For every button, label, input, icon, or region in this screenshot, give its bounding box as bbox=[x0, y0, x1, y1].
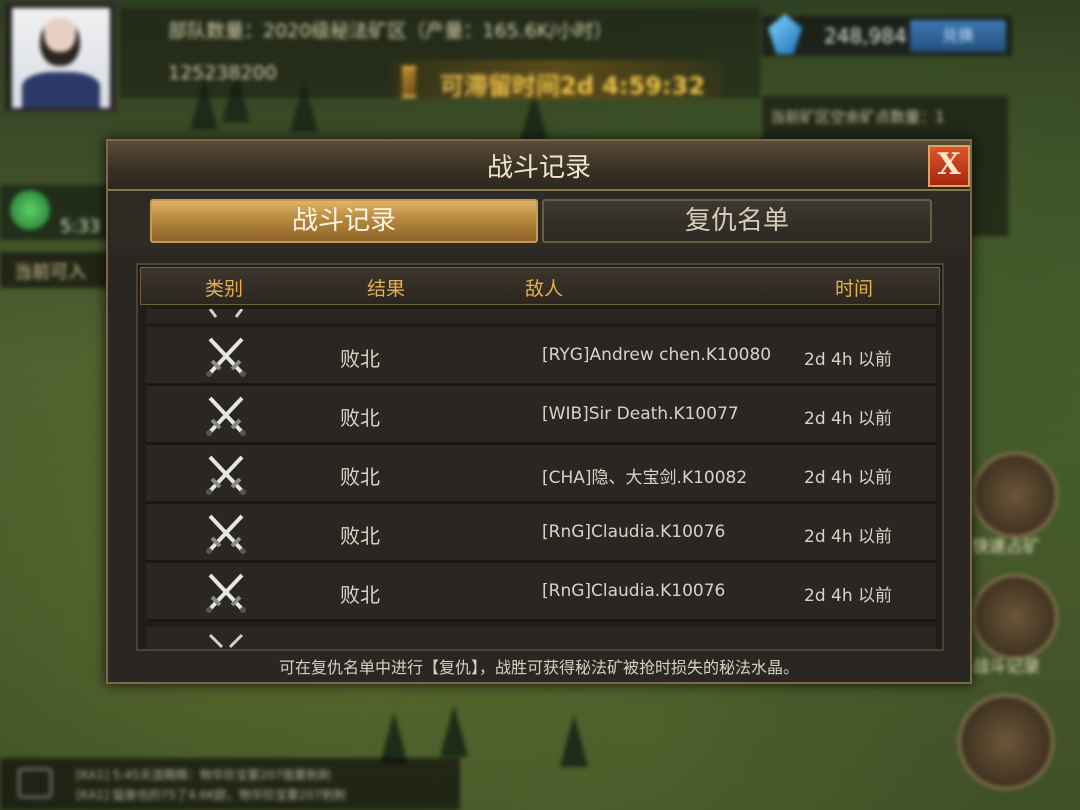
speed-dig-button[interactable] bbox=[972, 452, 1058, 538]
table-row-partial bbox=[146, 627, 936, 649]
team-data-text: 部队数量：2020级秘法矿区（产量：165.6K/小时） bbox=[168, 20, 613, 42]
table-row-partial bbox=[146, 309, 936, 323]
crossed-swords-icon bbox=[206, 514, 246, 554]
row-result: 败北 bbox=[340, 347, 380, 371]
chat-icon[interactable] bbox=[18, 768, 52, 798]
table-row[interactable]: 败北 [RYG]Andrew chen.K10080 2d 4h 以前 bbox=[146, 327, 936, 386]
row-enemy[interactable]: [RnG]Claudia.K10076 bbox=[542, 522, 725, 542]
mine-info-text: 当前矿区空余矿点数量：1 bbox=[770, 108, 945, 126]
column-header-time: 时间 bbox=[835, 278, 874, 300]
row-enemy[interactable]: [WIB]Sir Death.K10077 bbox=[542, 404, 739, 424]
row-time: 2d 4h 以前 bbox=[804, 527, 893, 547]
row-result: 败北 bbox=[340, 406, 380, 430]
player-avatar[interactable] bbox=[4, 2, 116, 112]
stay-time-text: 可滞留时间2d 4:59:32 bbox=[440, 72, 705, 100]
chat-line: [KA1] 猛兽也的75了4.6K欧，物华珍宝要207刺刺 bbox=[76, 788, 346, 802]
battle-log-button[interactable] bbox=[972, 574, 1058, 660]
table-row[interactable]: 败北 [WIB]Sir Death.K10077 2d 4h 以前 bbox=[146, 386, 936, 445]
tree-decoration bbox=[440, 705, 468, 757]
dialog-titlebar: 战斗记录 bbox=[108, 141, 970, 191]
row-result: 败北 bbox=[340, 524, 380, 548]
hourglass-icon bbox=[402, 66, 416, 98]
row-time: 2d 4h 以前 bbox=[804, 468, 893, 488]
tree-decoration bbox=[560, 715, 588, 767]
tree-decoration bbox=[380, 712, 408, 764]
chat-line: [KA1] 5:45天涯赐赐：物华珍宝要207我要刺刺 bbox=[76, 768, 331, 782]
row-time: 2d 4h 以前 bbox=[804, 409, 893, 429]
dialog-title: 战斗记录 bbox=[486, 153, 591, 183]
main-action-button[interactable] bbox=[958, 694, 1054, 790]
crossed-swords-icon bbox=[206, 455, 246, 495]
row-enemy[interactable]: [CHA]隐、大宝剑.K10082 bbox=[542, 463, 747, 488]
close-button[interactable]: X bbox=[928, 145, 970, 187]
crossed-swords-icon bbox=[208, 633, 244, 649]
crystal-exchange-button[interactable]: 兑换 bbox=[910, 20, 1006, 52]
left-banner-text: 当前可入 bbox=[14, 262, 86, 283]
crossed-swords-icon bbox=[208, 309, 244, 318]
table-row[interactable]: 败北 [RnG]Claudia.K10076 2d 4h 以前 bbox=[146, 504, 936, 563]
revenge-hint-text: 可在复仇名单中进行【复仇】，战胜可获得秘法矿被抢时损失的秘法水晶。 bbox=[278, 658, 799, 677]
column-header-enemy: 敌人 bbox=[525, 278, 564, 300]
table-row[interactable]: 败北 [CHA]隐、大宝剑.K10082 2d 4h 以前 bbox=[146, 445, 936, 504]
row-result: 败北 bbox=[340, 583, 380, 607]
location-pin-icon bbox=[10, 190, 50, 230]
row-result: 败北 bbox=[340, 465, 380, 489]
crossed-swords-icon bbox=[206, 573, 246, 613]
tab-battle-log[interactable]: 战斗记录 bbox=[150, 199, 538, 243]
row-enemy[interactable]: [RYG]Andrew chen.K10080 bbox=[542, 345, 771, 365]
crossed-swords-icon bbox=[206, 337, 246, 377]
crossed-swords-icon bbox=[206, 396, 246, 436]
row-time: 2d 4h 以前 bbox=[804, 586, 893, 606]
column-header-result: 结果 bbox=[367, 278, 406, 300]
row-enemy[interactable]: [RnG]Claudia.K10076 bbox=[542, 581, 725, 601]
battle-log-dialog: 战斗记录 X 战斗记录 复仇名单 类别 结果 敌人 时间 败北 [RYG]And… bbox=[106, 139, 972, 684]
location-widget-time: 5:33 bbox=[60, 216, 101, 237]
player-id-text: 125238200 bbox=[168, 62, 277, 84]
row-time: 2d 4h 以前 bbox=[804, 350, 893, 370]
crystal-value: 248,984 bbox=[824, 24, 907, 48]
column-header-type: 类别 bbox=[205, 278, 244, 300]
table-header: 类别 结果 敌人 时间 bbox=[140, 267, 940, 305]
battle-log-table: 类别 结果 敌人 时间 败北 [RYG]Andrew chen.K10080 2… bbox=[136, 263, 944, 651]
battle-log-label: 战斗记录 bbox=[972, 657, 1040, 677]
table-row[interactable]: 败北 [RnG]Claudia.K10076 2d 4h 以前 bbox=[146, 563, 936, 622]
speed-dig-label: 快速占矿 bbox=[972, 537, 1040, 557]
tab-revenge-list[interactable]: 复仇名单 bbox=[542, 199, 932, 243]
